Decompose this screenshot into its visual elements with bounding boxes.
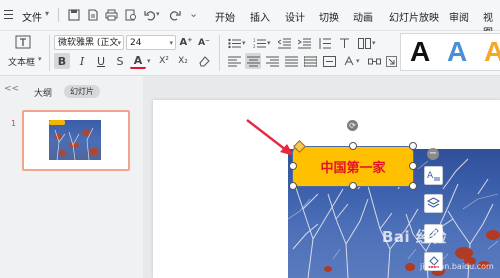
font-size-value: 24: [130, 38, 142, 48]
floating-toolbar: − A: [424, 146, 444, 276]
ribbon-toolbar: 文本框 ▾ 微软雅黑 (正文 ▾ 24 ▾ A⁺ A⁻ B I U S A ▾ …: [0, 31, 500, 76]
tab-transition[interactable]: 切换: [319, 9, 339, 24]
print-preview-icon[interactable]: [123, 7, 138, 22]
align-text-icon[interactable]: [321, 53, 337, 69]
tab-slideshow[interactable]: 幻灯片放映: [389, 9, 439, 24]
superscript-button[interactable]: X²: [156, 53, 172, 69]
redo-icon[interactable]: [167, 7, 182, 22]
underline-button[interactable]: U: [93, 53, 109, 69]
style-sample-black[interactable]: A: [410, 36, 430, 68]
textbox-label[interactable]: 文本框: [8, 55, 35, 68]
chevron-down-icon: ▾: [45, 9, 50, 18]
chevron-down-icon[interactable]: ▾: [356, 57, 360, 65]
tab-insert[interactable]: 插入: [250, 9, 270, 24]
undo-icon[interactable]: [142, 7, 157, 22]
resize-handle[interactable]: [349, 142, 357, 150]
font-family-select[interactable]: 微软雅黑 (正文 ▾: [54, 35, 124, 50]
undo-dropdown-icon[interactable]: ▾: [156, 10, 160, 18]
collapse-toolbar-icon[interactable]: −: [427, 148, 439, 160]
bullet-list-icon[interactable]: [226, 35, 242, 51]
resize-handle[interactable]: [289, 162, 297, 170]
textbox-icon[interactable]: [14, 34, 32, 50]
chevron-down-icon: ▾: [169, 39, 173, 47]
align-left-icon[interactable]: [226, 53, 242, 69]
slide-thumbnail[interactable]: [22, 110, 130, 171]
svg-text:A: A: [427, 171, 434, 181]
slide-textbox[interactable]: 中国第一家: [292, 146, 414, 187]
eraser-icon[interactable]: [196, 53, 212, 69]
bold-button[interactable]: B: [54, 53, 70, 69]
text-style-gallery[interactable]: A A A: [400, 33, 500, 71]
chevron-down-icon[interactable]: ▾: [147, 57, 151, 65]
tab-animation[interactable]: 动画: [353, 9, 373, 24]
chevron-down-icon[interactable]: ▾: [242, 39, 246, 47]
columns-icon[interactable]: [356, 35, 372, 51]
slide-panel: << 大纲 幻灯片 1: [0, 76, 142, 278]
increase-indent-icon[interactable]: [296, 35, 312, 51]
distribute-icon[interactable]: [302, 53, 318, 69]
text-direction-icon[interactable]: [336, 35, 352, 51]
resize-handle[interactable]: [289, 182, 297, 190]
smartart-icon[interactable]: [366, 53, 382, 69]
slide-textbox-text: 中国第一家: [320, 161, 386, 176]
tab-outline[interactable]: 大纲: [34, 86, 52, 99]
strikethrough-button[interactable]: S: [112, 53, 128, 69]
resize-handle[interactable]: [349, 182, 357, 190]
font-color-button[interactable]: A: [130, 53, 146, 69]
tab-slides[interactable]: 幻灯片: [64, 85, 100, 98]
chevron-down-icon[interactable]: ▾: [38, 55, 42, 63]
shrink-font-icon[interactable]: A⁻: [198, 35, 210, 50]
more-icon[interactable]: ⌄: [189, 7, 198, 20]
print-icon[interactable]: [104, 7, 119, 22]
collapse-icon[interactable]: <<: [4, 84, 19, 94]
tab-review[interactable]: 审阅: [449, 9, 469, 24]
line-spacing-icon[interactable]: [316, 35, 332, 51]
menu-bar: 文件 ▾ ▾ ⌄ 开始 插入 设计 切换 动画 幻灯片放映 审阅 视图: [0, 0, 500, 39]
font-size-select[interactable]: 24 ▾: [126, 35, 176, 50]
italic-button[interactable]: I: [74, 53, 90, 69]
tab-design[interactable]: 设计: [285, 9, 305, 24]
resize-handle[interactable]: [409, 162, 417, 170]
svg-text:2: 2: [253, 44, 256, 49]
save-icon[interactable]: [66, 7, 81, 22]
style-sample-orange[interactable]: A: [484, 36, 500, 68]
resize-handle[interactable]: [409, 142, 417, 150]
rotate-icon[interactable]: ⟳: [347, 120, 358, 131]
align-center-icon[interactable]: [245, 53, 261, 69]
file-menu-label: 文件: [22, 13, 42, 24]
font-family-value: 微软雅黑 (正文: [58, 38, 119, 48]
watermark-logo: Bai 经验: [382, 228, 447, 246]
text-format-icon[interactable]: A: [424, 166, 443, 185]
export-pdf-icon[interactable]: [85, 7, 100, 22]
thumbnail-textbox: [49, 120, 65, 125]
expand-paragraph-icon[interactable]: [383, 53, 399, 69]
text-highlight-icon[interactable]: [340, 53, 356, 69]
style-sample-blue[interactable]: A: [447, 36, 467, 68]
svg-text:1: 1: [253, 38, 256, 43]
tab-home[interactable]: 开始: [215, 9, 235, 24]
slide-number: 1: [11, 119, 17, 128]
chevron-down-icon[interactable]: ▾: [372, 39, 376, 47]
decrease-indent-icon[interactable]: [276, 35, 292, 51]
watermark-url: jingyan.baidu.com: [420, 262, 494, 271]
thumbnail-photo: [49, 120, 101, 160]
numbered-list-icon[interactable]: 12: [251, 35, 267, 51]
menu-icon: [4, 10, 13, 19]
grow-font-icon[interactable]: A⁺: [179, 35, 192, 50]
layers-icon[interactable]: [424, 194, 443, 213]
subscript-button[interactable]: X₂: [175, 53, 191, 69]
justify-icon[interactable]: [283, 53, 299, 69]
align-right-icon[interactable]: [264, 53, 280, 69]
panel-tabs: << 大纲 幻灯片: [0, 76, 142, 102]
chevron-down-icon: ▾: [117, 39, 121, 47]
chevron-down-icon[interactable]: ▾: [267, 39, 271, 47]
resize-handle[interactable]: [409, 182, 417, 190]
file-menu[interactable]: 文件 ▾: [0, 0, 56, 30]
